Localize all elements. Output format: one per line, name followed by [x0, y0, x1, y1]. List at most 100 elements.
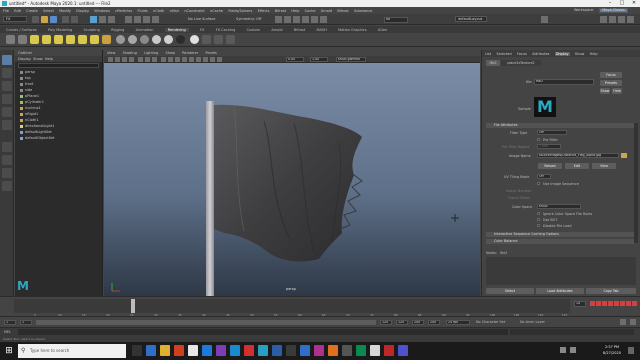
- snap-point-icon[interactable]: [143, 16, 150, 23]
- camera-dropdown[interactable]: defaultLayout: [455, 16, 487, 22]
- tab-place2dtexture2[interactable]: place2dTexture2: [501, 60, 541, 66]
- menu-fluids[interactable]: Fluids: [137, 9, 147, 13]
- reload-button[interactable]: Reload: [538, 163, 562, 169]
- menu-arnold[interactable]: Arnold: [321, 9, 332, 13]
- viewport-menu-view[interactable]: View: [107, 51, 115, 55]
- anim-preferences-icon[interactable]: [630, 319, 636, 325]
- snap-grid-icon[interactable]: [125, 16, 132, 23]
- toggle-outliner-icon[interactable]: [541, 16, 548, 23]
- pre-filter-checkbox[interactable]: [537, 138, 540, 141]
- app-red-2-icon[interactable]: [384, 345, 394, 356]
- minimize-button[interactable]: –: [604, 0, 616, 7]
- surface-shader-icon[interactable]: [176, 35, 185, 44]
- photoshop-icon[interactable]: [230, 345, 240, 356]
- toggle-modeling-toolkit-icon[interactable]: [627, 16, 634, 23]
- ambient-light-icon[interactable]: [30, 35, 39, 44]
- menu-modify[interactable]: Modify: [59, 9, 71, 13]
- app-blue-2-icon[interactable]: [300, 345, 310, 356]
- directional-light-icon[interactable]: [42, 35, 51, 44]
- uv-tiling-mode-dropdown[interactable]: Off: [537, 174, 551, 179]
- range-end-field-4[interactable]: 200: [428, 320, 440, 325]
- focus-button[interactable]: Focus: [600, 72, 622, 78]
- bookmarks-icon[interactable]: [122, 57, 127, 62]
- volume-light-icon[interactable]: [90, 35, 99, 44]
- menu-windows[interactable]: Windows: [94, 9, 110, 13]
- menu-select[interactable]: Select: [43, 9, 54, 13]
- grid-icon[interactable]: [138, 57, 143, 62]
- ipr-icon[interactable]: [226, 35, 235, 44]
- persp-graph-layout-icon[interactable]: [2, 181, 12, 191]
- current-frame-field[interactable]: 14: [574, 301, 586, 307]
- range-end-field-3[interactable]: 200: [412, 320, 424, 325]
- fps-dropdown[interactable]: 24 fps: [446, 320, 470, 325]
- section-color-balance[interactable]: Color Balance: [486, 239, 634, 244]
- shelf-tab-poly-modeling[interactable]: Poly Modeling: [48, 28, 72, 32]
- camera-aim-icon[interactable]: [18, 35, 27, 44]
- network-icon[interactable]: [560, 347, 566, 353]
- shelf-tab-mash[interactable]: MASH: [317, 28, 327, 32]
- animation-start-field[interactable]: 1: [4, 320, 16, 325]
- hypershade-icon[interactable]: [302, 16, 309, 23]
- app-orange-icon[interactable]: [328, 345, 338, 356]
- ae-menu-display[interactable]: Display: [554, 52, 570, 56]
- snap-view-plane-icon[interactable]: [152, 16, 159, 23]
- command-input[interactable]: [18, 329, 508, 335]
- persp-outliner-layout-icon[interactable]: [2, 168, 12, 178]
- file-node-name-field[interactable]: file2: [534, 79, 594, 85]
- image-name-field[interactable]: sourceimages/Distance_Flag_Alpha.jpg: [537, 153, 619, 158]
- viewport-menu-shading[interactable]: Shading: [123, 51, 137, 55]
- clock-date[interactable]: 8/27/2020: [598, 351, 626, 356]
- attribute-scrollbar[interactable]: [634, 123, 638, 243]
- shelf-tab-motion-graphics[interactable]: Motion Graphics: [338, 28, 366, 32]
- render-settings-icon[interactable]: [293, 16, 300, 23]
- copy-tab-button[interactable]: Copy Tab: [586, 288, 636, 294]
- menu-bifrost[interactable]: Bifrost: [275, 9, 286, 13]
- select-tool-icon[interactable]: [2, 55, 12, 65]
- image-plane-icon[interactable]: [129, 57, 134, 62]
- pre-filter-radius-field[interactable]: 2.000: [537, 144, 561, 149]
- shelf-tab-fx-caching[interactable]: FX Caching: [216, 28, 236, 32]
- assign-material-icon[interactable]: [202, 35, 211, 44]
- character-set-label[interactable]: No Character Set: [476, 320, 505, 324]
- new-scene-icon[interactable]: [32, 16, 39, 23]
- use-all-lights-icon[interactable]: [182, 57, 187, 62]
- folder-icon[interactable]: [621, 153, 627, 158]
- menu-help[interactable]: Help: [291, 9, 299, 13]
- menu-create[interactable]: Create: [26, 9, 38, 13]
- maya-taskbar-icon[interactable]: [258, 345, 268, 356]
- lambert-material-icon[interactable]: [128, 35, 137, 44]
- clock-time[interactable]: 2:57 PM: [598, 345, 626, 350]
- shelf-tab-sculpting[interactable]: Sculpting: [84, 28, 100, 32]
- use-background-icon[interactable]: [190, 35, 199, 44]
- volume-icon[interactable]: [570, 347, 576, 353]
- xray-icon[interactable]: [217, 57, 222, 62]
- shelf-tab-rigging[interactable]: Rigging: [111, 28, 124, 32]
- menu-bifrost-2[interactable]: Bifrost: [337, 9, 348, 13]
- notification-icon[interactable]: [628, 347, 634, 354]
- app-gray-icon[interactable]: [342, 345, 352, 356]
- app-light-icon[interactable]: [370, 345, 380, 356]
- go-to-start-icon[interactable]: [590, 301, 595, 306]
- shadows-icon[interactable]: [189, 57, 194, 62]
- menu-display[interactable]: Display: [76, 9, 89, 13]
- color-space-dropdown[interactable]: sRGB: [537, 204, 581, 209]
- close-button[interactable]: ✕: [628, 0, 640, 7]
- exposure-field[interactable]: 0.00: [286, 57, 304, 62]
- shelf-tab-curves[interactable]: Curves / Surfaces: [6, 28, 37, 32]
- menu-set-dropdown[interactable]: FX: [3, 16, 27, 22]
- playback-end-field[interactable]: 120: [380, 320, 392, 325]
- app-dark-icon[interactable]: [286, 345, 296, 356]
- blinn-material-icon[interactable]: [116, 35, 125, 44]
- ae-menu-focus[interactable]: Focus: [517, 52, 527, 56]
- step-forward-frame-icon[interactable]: [620, 301, 625, 306]
- app-red-icon[interactable]: [244, 345, 254, 356]
- gamma-field[interactable]: 1.00: [310, 57, 328, 62]
- light-editor-icon[interactable]: [102, 35, 111, 44]
- menu-nparticles[interactable]: nParticles: [115, 9, 132, 13]
- wireframe-icon[interactable]: [161, 57, 166, 62]
- select-by-hierarchy-icon[interactable]: [90, 16, 97, 23]
- edge-browser-icon[interactable]: [146, 345, 156, 356]
- outliner-item[interactable]: defaultObjectSet: [15, 135, 102, 141]
- film-gate-icon[interactable]: [145, 57, 150, 62]
- camera-attributes-icon[interactable]: [115, 57, 120, 62]
